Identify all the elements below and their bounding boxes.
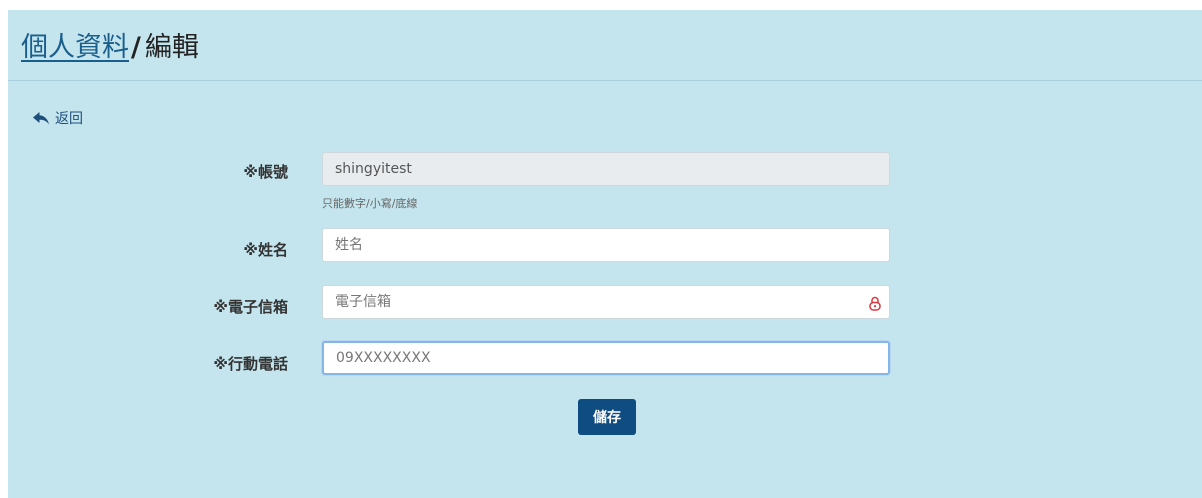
save-button[interactable]: 儲存 xyxy=(578,399,636,435)
name-input[interactable] xyxy=(322,228,890,262)
account-input[interactable] xyxy=(322,152,890,186)
email-label: ※電子信箱 xyxy=(213,298,288,316)
email-input[interactable] xyxy=(322,285,890,319)
back-label: 返回 xyxy=(55,111,83,127)
name-label: ※姓名 xyxy=(243,241,288,259)
breadcrumb-separator: / xyxy=(131,32,141,63)
account-label: ※帳號 xyxy=(243,163,288,181)
phone-input[interactable] xyxy=(322,341,890,375)
breadcrumb-current: 編輯 xyxy=(144,32,199,63)
back-link[interactable]: 返回 xyxy=(33,108,83,128)
content-panel: 個人資料/編輯 返回 ※帳號 只能數字/小寫/底線 ※姓名 ※電子信箱 ※行動電… xyxy=(8,10,1202,498)
phone-label: ※行動電話 xyxy=(213,355,288,373)
page-title: 個人資料/編輯 xyxy=(21,30,199,66)
account-help-text: 只能數字/小寫/底線 xyxy=(322,197,418,210)
breadcrumb-link[interactable]: 個人資料 xyxy=(21,32,129,63)
reply-arrow-icon xyxy=(33,111,49,125)
page-header: 個人資料/編輯 xyxy=(8,10,1202,81)
lock-icon xyxy=(869,296,881,315)
